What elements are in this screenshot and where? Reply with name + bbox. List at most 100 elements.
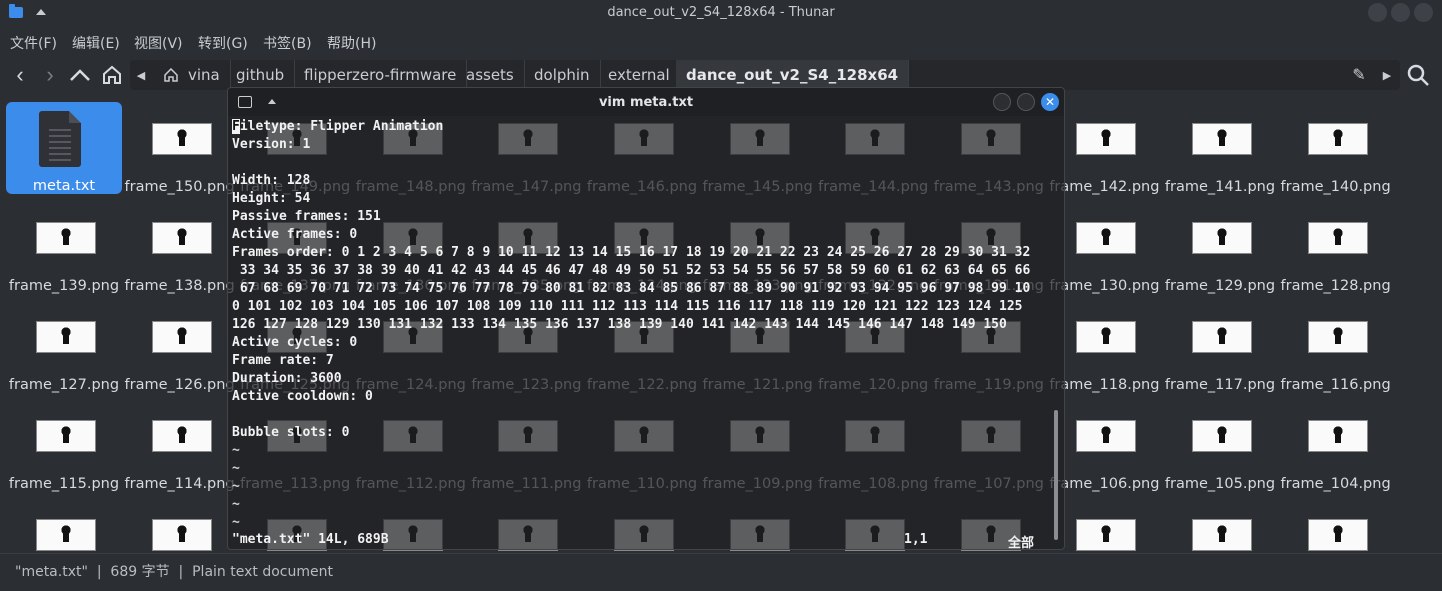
file-name: frame_128.png [1280,278,1391,294]
file-name: frame_141.png [1164,179,1276,195]
vim-line: Duration: 3600 [232,371,342,386]
edit-location-icon[interactable]: ✎ [1348,60,1370,90]
file-name: frame_116.png [1280,377,1391,393]
doc-line [49,153,71,155]
file-item[interactable]: frame_126.png [122,300,238,393]
file-item[interactable]: frame_104.png [1278,399,1394,492]
minimize-button[interactable] [1368,3,1387,22]
home-icon[interactable] [98,61,126,89]
image-thumbnail [1307,519,1368,551]
terminal-minimize-button[interactable] [993,93,1011,111]
search-icon[interactable] [1404,61,1432,89]
doc-line [49,129,71,131]
file-name: frame_115.png [8,476,120,492]
menu-bar: 文件(F) 编辑(E) 视图(V) 转到(G) 书签(B) 帮助(H) [0,28,1442,54]
file-item[interactable]: frame_115.png [6,399,122,492]
image-thumbnail [1076,123,1137,155]
vim-line: Version: 1 [232,137,311,152]
maximize-button[interactable] [1391,3,1410,22]
parent-folder-icon[interactable] [66,61,94,89]
vim-line [232,154,1050,172]
menu-file[interactable]: 文件(F) [10,33,57,53]
image-thumbnail [1307,321,1368,353]
menu-go[interactable]: 转到(G) [198,33,248,53]
image-thumbnail [1192,519,1252,551]
image-thumbnail [1076,519,1137,551]
terminal-maximize-button[interactable] [1017,93,1035,111]
file-item[interactable]: frame_139.png [6,201,122,294]
file-item[interactable]: frame_141.png [1162,102,1278,195]
file-name: frame_105.png [1164,476,1276,492]
file-name: frame_127.png [8,377,120,393]
file-item[interactable]: frame_114.png [122,399,238,492]
terminal-scrollbar[interactable] [1054,410,1058,540]
terminal-window[interactable]: vim meta.txt ✕ Filetype: Flipper Animati… [227,87,1065,551]
file-name: frame_104.png [1280,476,1391,492]
vim-file-info: "meta.txt" 14L, 689B [232,532,389,547]
image-thumbnail [1192,420,1252,452]
file-item[interactable]: frame_105.png [1162,399,1278,492]
vim-line: 126 127 128 129 130 131 132 133 134 135 … [232,317,1007,332]
vim-line: ~ [232,443,240,458]
close-button[interactable] [1414,3,1433,22]
image-thumbnail [1192,222,1252,254]
crumb-assets[interactable]: assets [456,60,525,90]
vim-status-line: "meta.txt" 14L, 689B 1,1 全部 [232,532,1042,551]
crumb-external[interactable]: external [598,60,681,90]
status-bar: "meta.txt" | 689 字节 | Plain text documen… [0,553,1442,591]
terminal-title-bar: vim meta.txt ✕ [228,88,1064,116]
back-icon[interactable]: ‹ [6,61,34,89]
image-thumbnail [151,222,212,254]
menu-edit[interactable]: 编辑(E) [72,33,120,53]
file-item[interactable]: frame_138.png [122,201,238,294]
file-item[interactable]: frame_116.png [1278,300,1394,393]
file-name: frame_117.png [1164,377,1276,393]
text-document-icon [39,111,81,167]
path-bar: ◀ vina github flipperzero-firmware asset… [130,60,1400,90]
file-item[interactable]: frame_129.png [1162,201,1278,294]
menu-view[interactable]: 视图(V) [134,33,183,53]
menu-help[interactable]: 帮助(H) [327,33,376,53]
file-name: frame_139.png [8,278,120,294]
image-thumbnail [1076,321,1137,353]
image-thumbnail [151,123,212,155]
image-thumbnail [151,519,212,551]
forward-icon[interactable]: › [36,61,64,89]
vim-line: Filetype: Flipper Animation [232,119,444,134]
image-thumbnail [151,420,212,452]
vim-line: Passive frames: 151 [232,209,381,224]
vim-line: Frames order: 0 1 2 3 4 5 6 7 8 9 10 11 … [232,245,1031,260]
file-item[interactable]: frame_128.png [1278,201,1394,294]
crumb-dolphin[interactable]: dolphin [524,60,601,90]
file-name: meta.txt [32,178,96,194]
crumb-scroll-right-icon[interactable]: ▶ [1376,60,1398,90]
status-text: "meta.txt" | 689 字节 | Plain text documen… [15,564,333,580]
terminal-close-button[interactable]: ✕ [1041,93,1059,111]
crumb-scroll-left-icon[interactable]: ◀ [130,60,152,90]
image-thumbnail [151,321,212,353]
file-item[interactable]: frame_127.png [6,300,122,393]
terminal-title: vim meta.txt [598,95,694,110]
vim-line: Active cooldown: 0 [232,389,373,404]
image-thumbnail [36,321,96,353]
vim-line: Active cycles: 0 [232,335,358,350]
crumb-github[interactable]: github [226,60,296,90]
file-item[interactable]: frame_150.png [122,102,238,195]
vim-line: Height: 54 [232,191,311,206]
crumb-flipperzero-firmware[interactable]: flipperzero-firmware [294,60,468,90]
image-thumbnail [1307,123,1368,155]
file-item[interactable]: frame_140.png [1278,102,1394,195]
doc-line [49,159,71,161]
image-thumbnail [1192,321,1252,353]
file-name: frame_140.png [1280,179,1391,195]
file-name: frame_126.png [124,377,235,393]
menu-bookmarks[interactable]: 书签(B) [263,33,312,53]
doc-line [49,147,71,149]
vim-buffer[interactable]: Filetype: Flipper Animation Version: 1 Wi… [232,118,1050,546]
file-item[interactable]: frame_117.png [1162,300,1278,393]
crumb-current-folder[interactable]: dance_out_v2_S4_128x64 [676,60,910,90]
image-thumbnail [1076,222,1137,254]
vim-cursor-position: 1,1 [904,532,928,547]
file-item-meta-txt[interactable]: meta.txt [6,102,122,194]
vim-line: 0 101 102 103 104 105 106 107 108 109 11… [232,299,1023,314]
